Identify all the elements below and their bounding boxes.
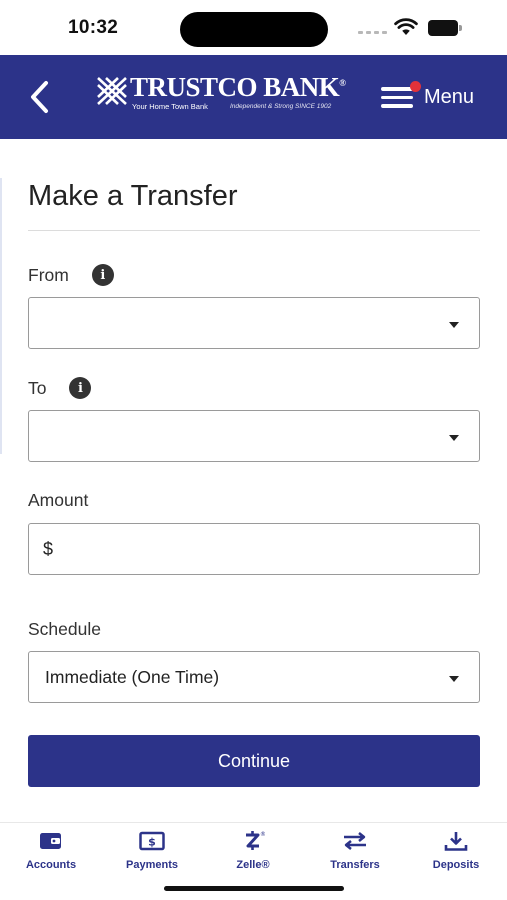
- svg-text:$: $: [148, 836, 156, 849]
- from-label: From: [28, 264, 69, 285]
- svg-text:®: ®: [260, 831, 265, 838]
- cellular-signal-icon: [358, 31, 387, 34]
- nav-label: Deposits: [432, 859, 480, 871]
- title-divider: [28, 230, 480, 231]
- to-account-select[interactable]: [28, 410, 480, 462]
- app-header: TRUSTCO BANK® Your Home Town Bank Indepe…: [0, 55, 507, 139]
- wallet-icon: [40, 833, 61, 849]
- trustco-logo: TRUSTCO BANK® Your Home Town Bank Indepe…: [96, 72, 356, 122]
- logo-tagline: Your Home Town Bank: [132, 102, 208, 111]
- menu-label: Menu: [424, 85, 475, 108]
- amount-field[interactable]: $: [28, 523, 480, 575]
- left-accent-line: [0, 178, 2, 454]
- amount-input[interactable]: [59, 525, 469, 573]
- amount-label: Amount: [28, 490, 89, 510]
- logo-tagline-secondary: Independent & Strong SINCE 1902: [230, 103, 332, 110]
- nav-accounts[interactable]: Accounts: [6, 829, 96, 875]
- battery-icon: [428, 20, 462, 36]
- from-label-row: From i: [28, 264, 114, 286]
- hamburger-icon: [381, 81, 421, 109]
- nav-label: Zelle®: [236, 859, 270, 871]
- menu-button[interactable]: Menu: [381, 77, 474, 117]
- status-bar: 10:32: [0, 0, 507, 56]
- to-label-row: To i: [28, 377, 92, 399]
- to-label: To: [28, 377, 47, 398]
- wifi-icon: [394, 18, 418, 35]
- trustco-logo-mark-icon: [97, 77, 127, 105]
- status-time: 10:32: [68, 17, 119, 38]
- page-title: Make a Transfer: [28, 180, 238, 212]
- chevron-left-icon: [31, 81, 48, 113]
- continue-button[interactable]: Continue: [28, 735, 480, 787]
- nav-label: Payments: [126, 859, 178, 871]
- bill-icon: $: [139, 831, 165, 851]
- nav-label: Transfers: [330, 859, 380, 871]
- currency-prefix: $: [43, 539, 54, 559]
- nav-transfers[interactable]: Transfers: [310, 829, 400, 875]
- schedule-value: Immediate (One Time): [45, 667, 220, 687]
- logo-wordmark: TRUSTCO BANK®: [130, 72, 346, 102]
- nav-zelle[interactable]: ® Zelle®: [208, 829, 298, 875]
- from-account-select[interactable]: [28, 297, 480, 349]
- to-info-icon[interactable]: i: [69, 377, 92, 399]
- download-icon: [444, 832, 468, 851]
- notification-dot: [410, 81, 421, 92]
- nav-payments[interactable]: $ Payments: [107, 829, 197, 875]
- schedule-label: Schedule: [28, 619, 101, 639]
- caret-down-icon: [449, 435, 459, 441]
- nav-label: Accounts: [25, 859, 77, 871]
- from-info-icon[interactable]: i: [91, 264, 114, 286]
- back-button[interactable]: [20, 77, 58, 117]
- transfer-arrows-icon: [344, 832, 366, 850]
- dynamic-island: [180, 12, 328, 47]
- caret-down-icon: [449, 322, 459, 328]
- home-indicator: [164, 886, 344, 891]
- caret-down-icon: [449, 676, 459, 682]
- schedule-select[interactable]: Immediate (One Time): [28, 651, 480, 703]
- nav-deposits[interactable]: Deposits: [411, 829, 501, 875]
- zelle-icon: ®: [246, 831, 265, 850]
